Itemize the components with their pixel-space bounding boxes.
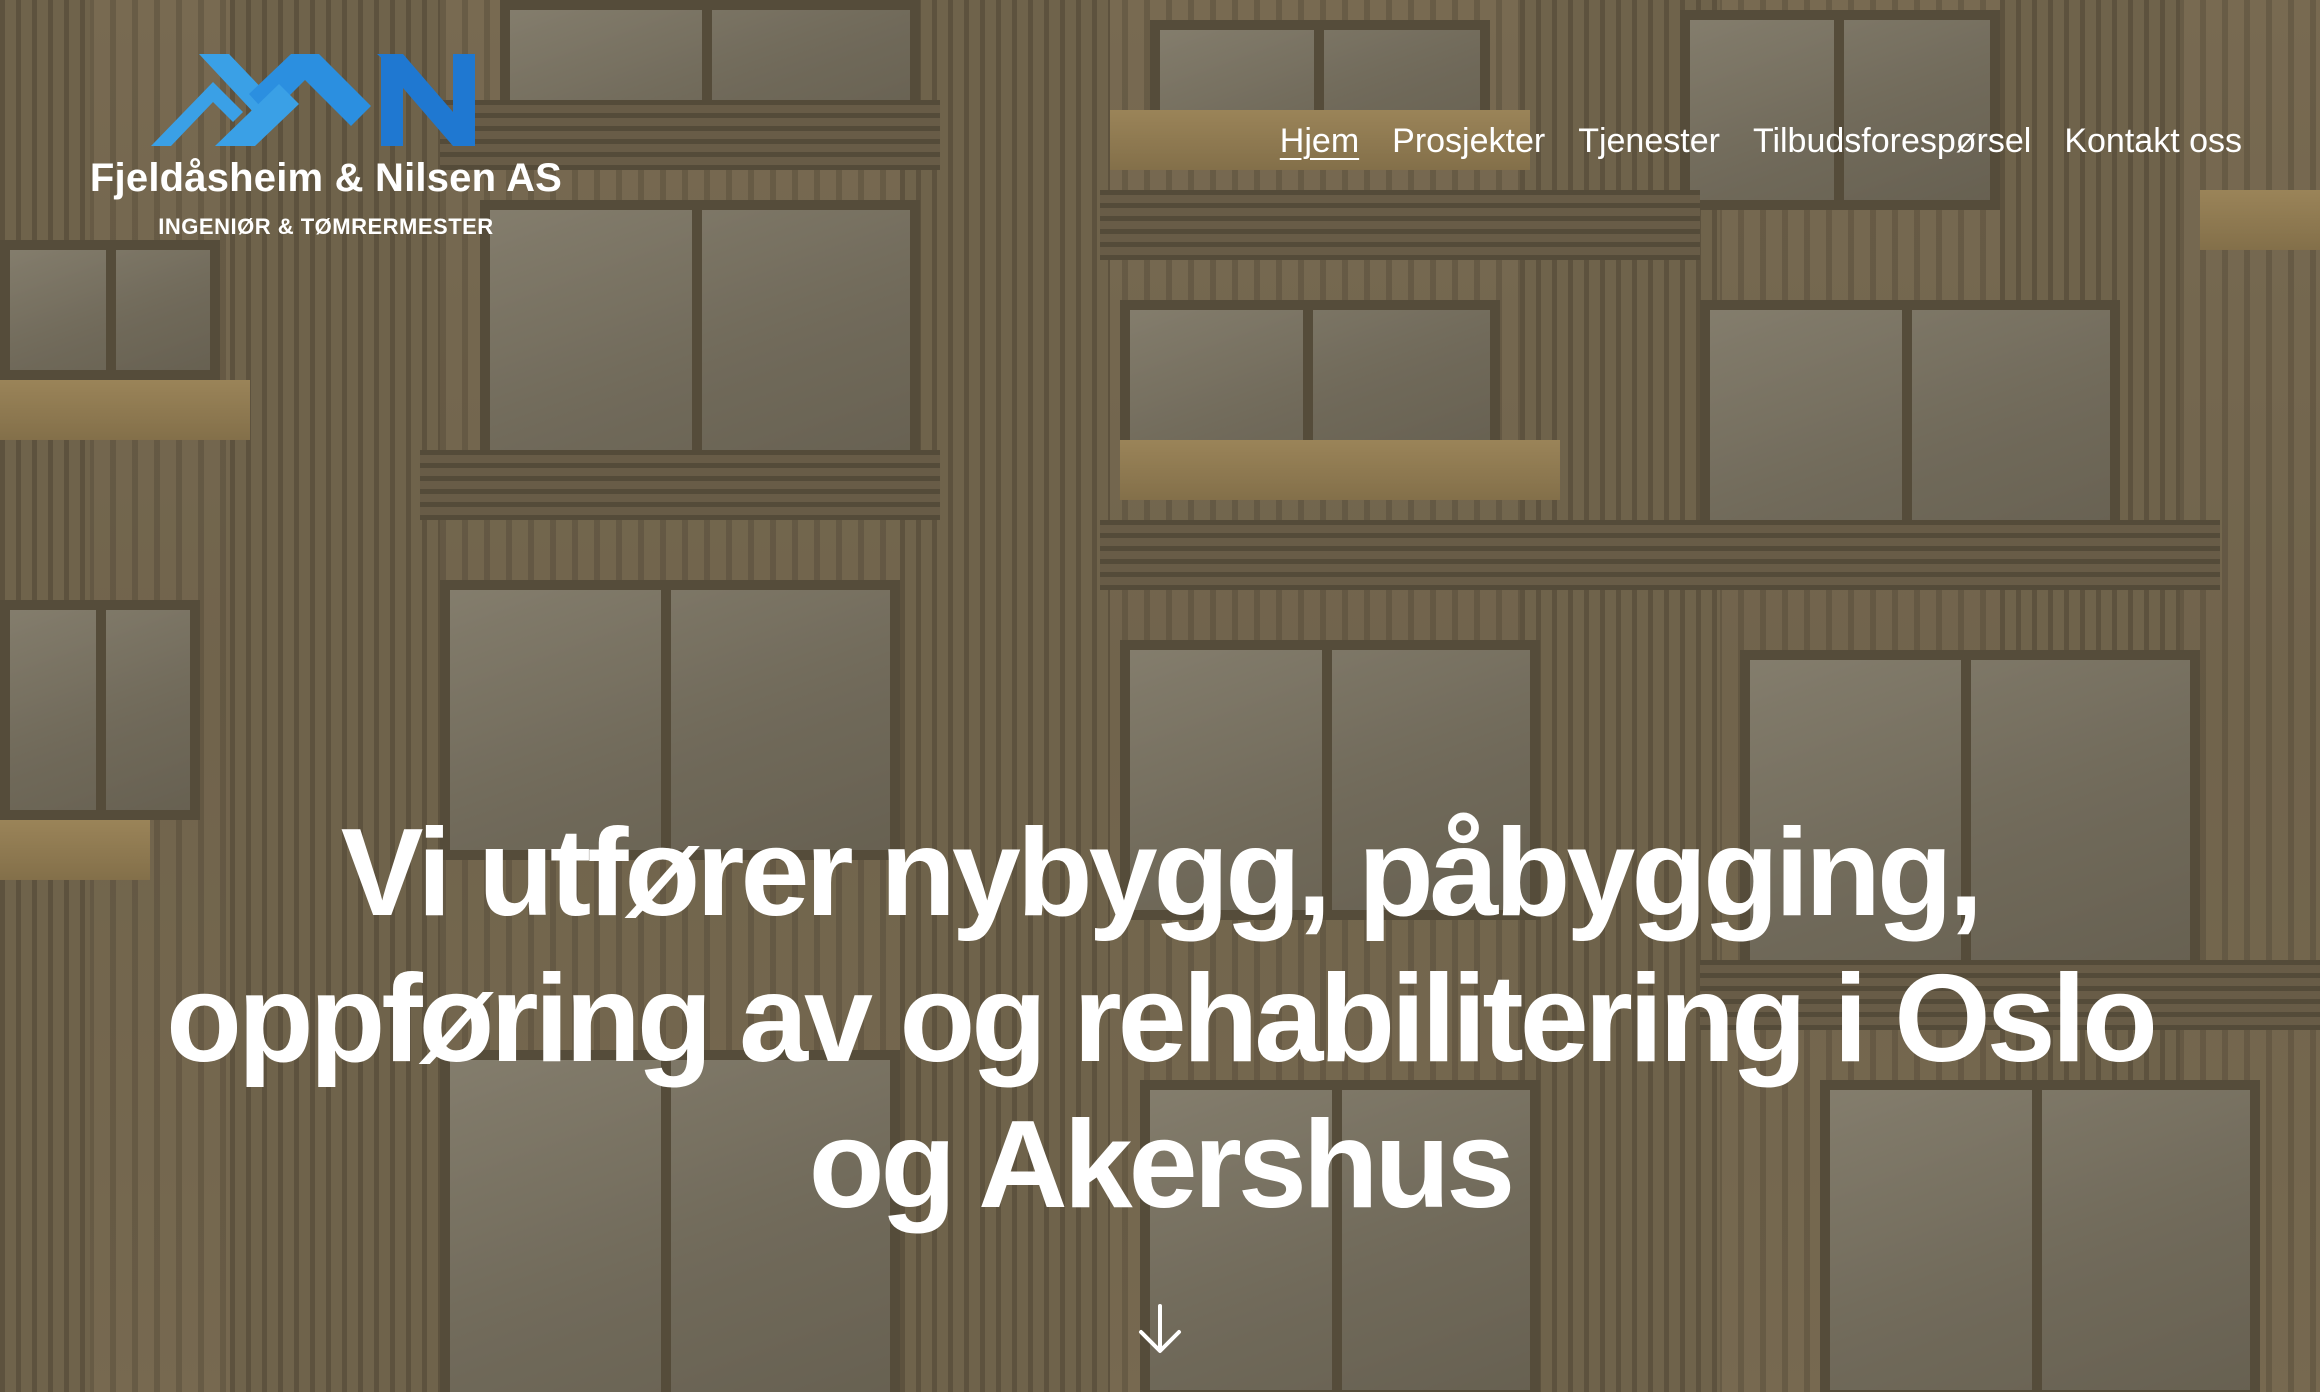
scroll-down-button[interactable] bbox=[1135, 1302, 1185, 1356]
site-logo[interactable]: Fjeldåsheim & Nilsen AS INGENIØR & TØMRE… bbox=[76, 54, 576, 238]
mountain-n-logo-icon bbox=[151, 54, 475, 146]
main-navigation: Hjem Prosjekter Tjenester Tilbudsforespø… bbox=[1280, 122, 2242, 161]
nav-item-tjenester[interactable]: Tjenester bbox=[1578, 122, 1720, 161]
arrow-down-icon bbox=[1139, 1304, 1181, 1353]
nav-item-kontakt-oss[interactable]: Kontakt oss bbox=[2064, 122, 2242, 161]
nav-item-hjem[interactable]: Hjem bbox=[1280, 122, 1359, 161]
brand-name: Fjeldåsheim & Nilsen AS bbox=[89, 156, 563, 200]
hero-headline: Vi utfører nybygg, påbygging, oppføring … bbox=[166, 804, 2158, 1234]
brand-tagline: INGENIØR & TØMRERMESTER bbox=[158, 214, 494, 239]
hero-section: Fjeldåsheim & Nilsen AS INGENIØR & TØMRE… bbox=[0, 0, 2320, 1392]
nav-item-tilbudsforesporsel[interactable]: Tilbudsforespørsel bbox=[1753, 122, 2031, 161]
nav-item-prosjekter[interactable]: Prosjekter bbox=[1392, 122, 1545, 161]
